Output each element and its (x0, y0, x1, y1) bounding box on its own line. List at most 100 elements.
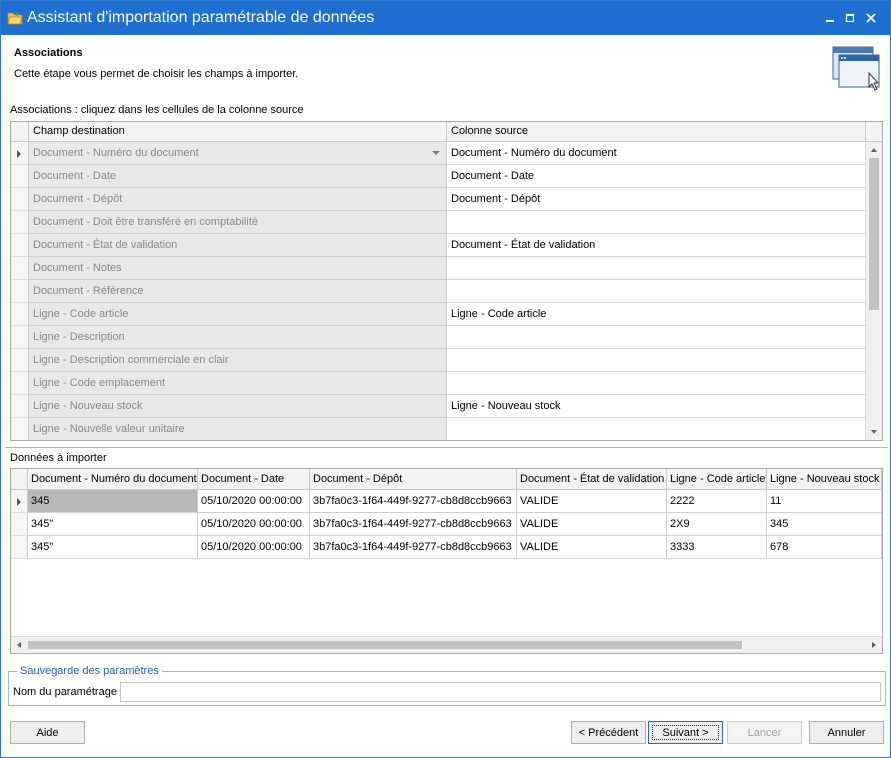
data-cell[interactable]: VALIDE (517, 536, 667, 559)
data-cell[interactable]: 3b7fa0c3-1f64-449f-9277-cb8d8ccb9663 (310, 513, 517, 536)
destination-field-cell[interactable]: Document - Doit être transféré en compta… (29, 211, 447, 234)
data-cell[interactable]: 11 (767, 490, 882, 513)
association-row[interactable]: Ligne - Description (11, 326, 866, 349)
source-column-cell[interactable] (447, 211, 866, 234)
panel-splitter[interactable] (5, 447, 888, 448)
row-indicator (11, 188, 29, 211)
association-row[interactable]: Ligne - Code article Ligne - Code articl… (11, 303, 866, 326)
source-column-cell[interactable] (447, 372, 866, 395)
destination-field-cell[interactable]: Ligne - Description commerciale en clair (29, 349, 447, 372)
source-column-cell[interactable] (447, 418, 866, 440)
destination-field-cell[interactable]: Ligne - Code emplacement (29, 372, 447, 395)
window-wizard-icon (832, 46, 880, 91)
data-cell[interactable]: VALIDE (517, 490, 667, 513)
minimize-button[interactable] (821, 9, 839, 27)
row-indicator (11, 234, 29, 257)
source-column-cell[interactable]: Document - État de validation (447, 234, 866, 257)
associations-vertical-scrollbar[interactable] (865, 142, 882, 440)
row-indicator (11, 326, 29, 349)
data-column-header[interactable]: Document - État de validation (517, 469, 667, 490)
destination-field-cell[interactable]: Document - Notes (29, 257, 447, 280)
data-cell[interactable]: 3b7fa0c3-1f64-449f-9277-cb8d8ccb9663 (310, 536, 517, 559)
column-header-destination[interactable]: Champ destination (29, 122, 447, 142)
source-column-cell[interactable] (447, 349, 866, 372)
data-column-header[interactable]: Document - Numéro du document (28, 469, 198, 490)
scroll-left-button[interactable] (11, 637, 27, 653)
folder-icon (7, 12, 23, 25)
dropdown-arrow-icon[interactable] (432, 151, 440, 155)
source-column-cell[interactable]: Document - Numéro du document (447, 142, 866, 165)
association-row[interactable]: Ligne - Nouvelle valeur unitaire (11, 418, 866, 440)
association-row[interactable]: Ligne - Code emplacement (11, 372, 866, 395)
data-cell[interactable]: 05/10/2020 00:00:00 (198, 490, 310, 513)
source-column-cell[interactable]: Ligne - Nouveau stock (447, 395, 866, 418)
data-preview-grid: Document - Numéro du document Document -… (10, 468, 883, 654)
destination-field-text: Document - Numéro du document (33, 147, 199, 159)
data-horizontal-scrollbar[interactable] (11, 636, 882, 653)
row-indicator-header (11, 122, 29, 142)
data-cell[interactable]: 678 (767, 536, 882, 559)
row-indicator (11, 490, 28, 513)
settings-name-input[interactable] (120, 682, 881, 702)
data-cell[interactable]: 345" (28, 536, 198, 559)
association-row[interactable]: Document - Dépôt Document - Dépôt (11, 188, 866, 211)
source-column-cell[interactable]: Document - Date (447, 165, 866, 188)
association-row[interactable]: Document - Numéro du document Document -… (11, 142, 866, 165)
import-wizard-window: Assistant d'importation paramétrable de … (0, 0, 891, 758)
save-settings-legend: Sauvegarde des paramètres (17, 665, 162, 677)
destination-field-cell[interactable]: Ligne - Nouvelle valeur unitaire (29, 418, 447, 440)
scroll-down-button[interactable] (866, 424, 882, 440)
association-row[interactable]: Document - Date Document - Date (11, 165, 866, 188)
scroll-right-button[interactable] (866, 637, 882, 653)
data-column-header[interactable]: Ligne - Code article (667, 469, 767, 490)
association-row[interactable]: Ligne - Nouveau stock Ligne - Nouveau st… (11, 395, 866, 418)
data-cell[interactable]: 05/10/2020 00:00:00 (198, 536, 310, 559)
destination-field-cell[interactable]: Ligne - Nouveau stock (29, 395, 447, 418)
association-row[interactable]: Document - État de validation Document -… (11, 234, 866, 257)
arrow-left-icon (17, 642, 21, 648)
data-column-header[interactable]: Document - Date (198, 469, 310, 490)
maximize-button[interactable] (841, 9, 859, 27)
scroll-thumb[interactable] (28, 641, 742, 649)
data-cell[interactable]: 345 (767, 513, 882, 536)
data-cell[interactable]: 05/10/2020 00:00:00 (198, 513, 310, 536)
source-column-cell[interactable]: Ligne - Code article (447, 303, 866, 326)
column-header-source[interactable]: Colonne source (447, 122, 866, 142)
destination-field-cell[interactable]: Document - Numéro du document (29, 142, 447, 165)
data-column-header[interactable]: Ligne - Nouveau stock (767, 469, 882, 490)
destination-field-cell[interactable]: Document - Dépôt (29, 188, 447, 211)
close-button[interactable] (862, 9, 880, 27)
help-button[interactable]: Aide (10, 721, 85, 744)
launch-button[interactable]: Lancer (727, 721, 802, 744)
close-icon (866, 13, 876, 23)
source-column-cell[interactable] (447, 326, 866, 349)
data-cell[interactable]: 345" (28, 513, 198, 536)
association-row[interactable]: Document - Doit être transféré en compta… (11, 211, 866, 234)
destination-field-cell[interactable]: Ligne - Description (29, 326, 447, 349)
data-cell[interactable]: 2X9 (667, 513, 767, 536)
title-bar: Assistant d'importation paramétrable de … (1, 1, 890, 35)
data-cell[interactable]: VALIDE (517, 513, 667, 536)
data-column-header[interactable]: Document - Dépôt (310, 469, 517, 490)
previous-button[interactable]: < Précédent (571, 721, 646, 744)
destination-field-cell[interactable]: Document - Date (29, 165, 447, 188)
cancel-button[interactable]: Annuler (809, 721, 884, 744)
scroll-up-button[interactable] (866, 142, 882, 158)
row-indicator (11, 211, 29, 234)
data-cell[interactable]: 3b7fa0c3-1f64-449f-9277-cb8d8ccb9663 (310, 490, 517, 513)
association-row[interactable]: Document - Notes (11, 257, 866, 280)
source-column-cell[interactable] (447, 280, 866, 303)
destination-field-cell[interactable]: Document - Référence (29, 280, 447, 303)
scroll-thumb[interactable] (869, 158, 879, 310)
source-column-cell[interactable]: Document - Dépôt (447, 188, 866, 211)
association-row[interactable]: Document - Référence (11, 280, 866, 303)
data-cell[interactable]: 2222 (667, 490, 767, 513)
next-button[interactable]: Suivant > (648, 721, 723, 744)
row-indicator (11, 257, 29, 280)
source-column-cell[interactable] (447, 257, 866, 280)
destination-field-cell[interactable]: Ligne - Code article (29, 303, 447, 326)
association-row[interactable]: Ligne - Description commerciale en clair (11, 349, 866, 372)
destination-field-cell[interactable]: Document - État de validation (29, 234, 447, 257)
data-cell[interactable]: 3333 (667, 536, 767, 559)
data-cell-selected[interactable]: 345 (28, 490, 198, 513)
